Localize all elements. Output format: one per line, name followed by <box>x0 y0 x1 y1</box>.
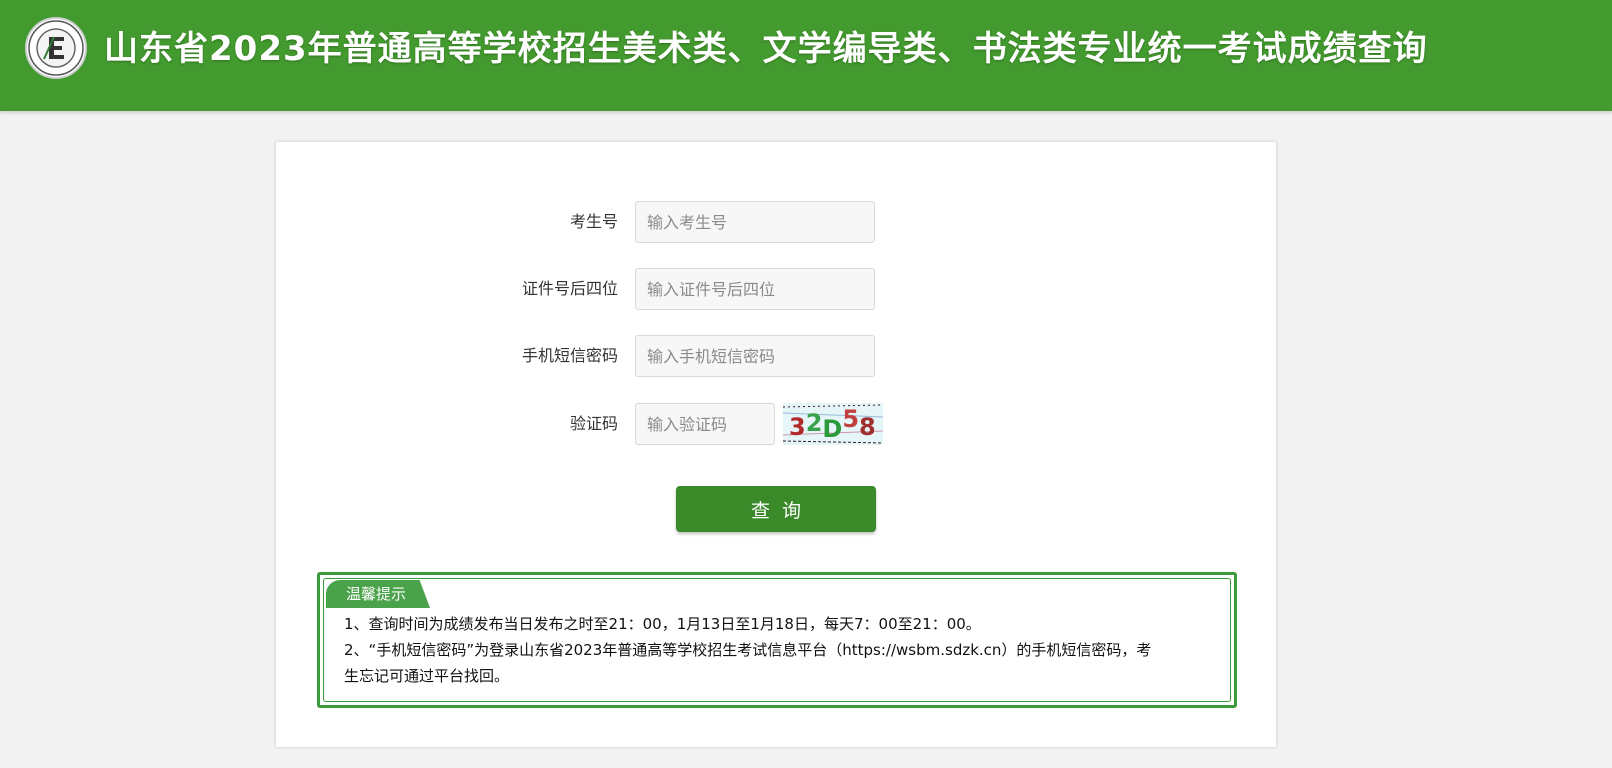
captcha-char: D <box>822 415 842 443</box>
notice-inner-border: 温馨提示 1、查询时间为成绩发布当日发布之时至21：00，1月13日至1月18日… <box>323 578 1231 702</box>
exam-authority-logo-icon <box>25 17 87 79</box>
captcha-char: 3 <box>789 413 806 441</box>
sms-password-label: 手机短信密码 <box>521 346 618 365</box>
captcha-image[interactable]: 32D58 <box>783 403 883 445</box>
sms-password-input[interactable] <box>635 335 875 377</box>
notice-line-1: 1、查询时间为成绩发布当日发布之时至21：00，1月13日至1月18日，每天7：… <box>344 615 981 633</box>
captcha-row: 验证码 32D58 <box>276 403 1276 445</box>
candidate-number-row: 考生号 <box>276 201 1276 243</box>
captcha-input[interactable] <box>635 403 775 445</box>
query-form-card: 考生号 证件号后四位 手机短信密码 验证码 32D58 查询 温馨提示 1、查询… <box>276 142 1276 747</box>
notice-title: 温馨提示 <box>326 580 430 608</box>
candidate-number-input[interactable] <box>635 201 875 243</box>
candidate-number-label: 考生号 <box>569 212 618 231</box>
query-button[interactable]: 查询 <box>676 486 876 532</box>
id-last-four-label: 证件号后四位 <box>521 279 618 298</box>
sms-password-row: 手机短信密码 <box>276 335 1276 377</box>
id-last-four-row: 证件号后四位 <box>276 268 1276 310</box>
captcha-char: 5 <box>842 405 859 433</box>
notice-box: 温馨提示 1、查询时间为成绩发布当日发布之时至21：00，1月13日至1月18日… <box>317 572 1237 708</box>
captcha-label: 验证码 <box>569 414 618 433</box>
notice-line-2: 2、“手机短信密码”为登录山东省2023年普通高等学校招生考试信息平台（http… <box>344 641 1152 659</box>
captcha-char: 8 <box>859 413 876 441</box>
captcha-char: 2 <box>806 409 823 437</box>
notice-line-3: 生忘记可通过平台找回。 <box>344 667 510 685</box>
id-last-four-input[interactable] <box>635 268 875 310</box>
page-title: 山东省2023年普通高等学校招生美术类、文学编导类、书法类专业统一考试成绩查询 <box>104 29 1428 69</box>
page-header: 山东省2023年普通高等学校招生美术类、文学编导类、书法类专业统一考试成绩查询 <box>0 0 1612 111</box>
